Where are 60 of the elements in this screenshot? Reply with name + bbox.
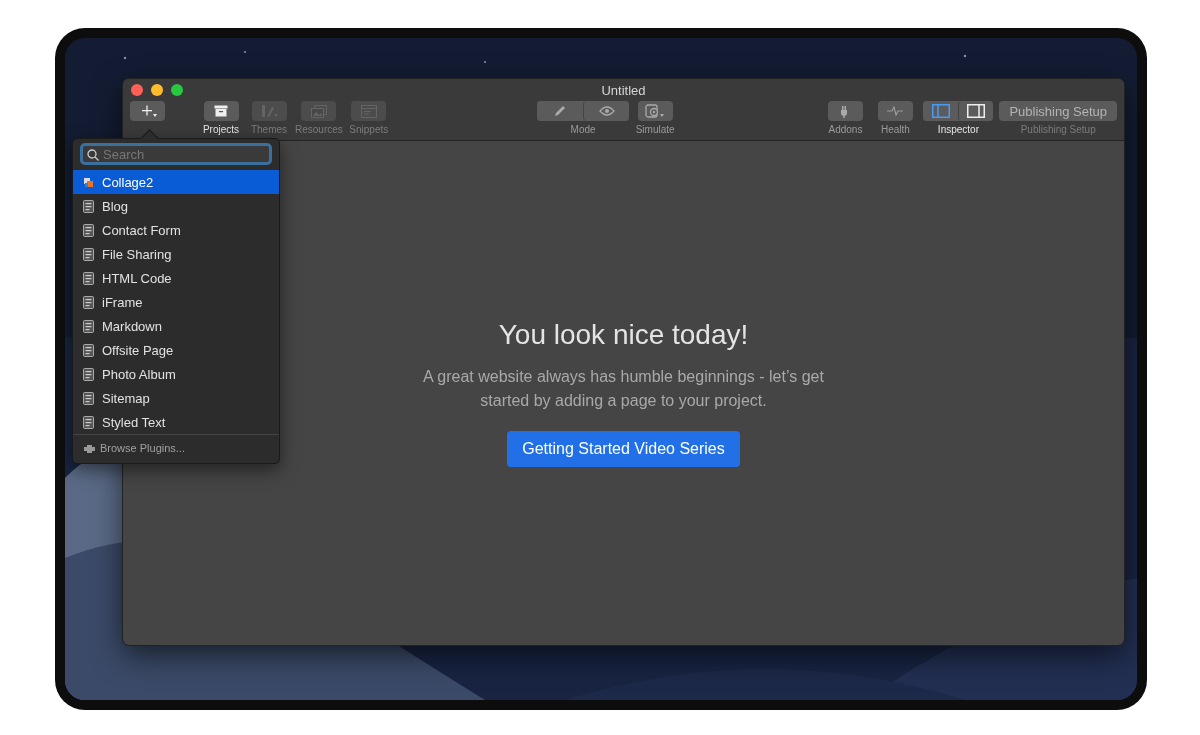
search-icon [87, 149, 99, 161]
health-button[interactable] [877, 101, 913, 121]
zoom-button[interactable] [171, 84, 183, 96]
toolbar-label: Projects [202, 124, 240, 135]
close-button[interactable] [131, 84, 143, 96]
menu-item[interactable]: Offsite Page [73, 338, 279, 362]
menu-item[interactable]: File Sharing [73, 242, 279, 266]
page-icon [83, 415, 94, 429]
page-icon [83, 199, 94, 213]
page-icon [83, 247, 94, 261]
page-icon [83, 343, 94, 357]
brush-icon [260, 104, 278, 118]
archive-box-icon [214, 105, 228, 117]
eye-icon [598, 105, 615, 117]
toolbar-label: Addons [828, 124, 863, 135]
window-panel-icon [360, 104, 377, 118]
page-icon [83, 223, 94, 237]
toolbar-label: Resources [295, 124, 343, 135]
search-field[interactable]: Search [80, 143, 272, 165]
menu-item[interactable]: HTML Code [73, 266, 279, 290]
menu-item[interactable]: Contact Form [73, 218, 279, 242]
browse-plugins-item[interactable]: Browse Plugins... [73, 435, 279, 461]
toolbar-label: Snippets [349, 124, 389, 135]
menu-item[interactable]: Photo Album [73, 362, 279, 386]
menu-item[interactable]: Blog [73, 194, 279, 218]
page-icon [83, 319, 94, 333]
add-button[interactable] [130, 101, 165, 121]
menu-item[interactable]: Markdown [73, 314, 279, 338]
addons-button[interactable] [827, 101, 863, 121]
empty-state-message: A great website always has humble beginnings - let’s get started by adding a page to your project. [422, 367, 825, 411]
toolbar-label: Mode [570, 124, 596, 135]
simulate-button[interactable] [637, 101, 673, 121]
page-icon [83, 271, 94, 285]
page-icon [83, 391, 94, 405]
menu-item[interactable]: iFrame [73, 290, 279, 314]
video-series-button[interactable]: Getting Started Video Series [507, 431, 740, 467]
empty-state-heading: You look nice today! [498, 319, 749, 351]
page-icon [83, 367, 94, 381]
menu-item[interactable]: Collage2 [73, 170, 279, 194]
toolbar-label: Health [881, 124, 910, 135]
collage-icon [83, 176, 94, 188]
menu-item[interactable]: Styled Text [73, 410, 279, 434]
photos-icon [310, 104, 327, 118]
toolbar-label: Inspector [937, 124, 979, 135]
pencil-icon [553, 104, 568, 118]
projects-button[interactable] [203, 101, 239, 121]
preview-icon [645, 104, 666, 118]
toolbar-label: Simulate [635, 124, 675, 135]
window-title: Untitled [601, 82, 646, 98]
menu-item[interactable]: Sitemap [73, 386, 279, 410]
right-sidebar-button[interactable] [958, 101, 994, 121]
preview-mode-button[interactable] [583, 101, 630, 121]
pulse-icon [887, 106, 904, 116]
page-icon [83, 295, 94, 309]
toolbar-label: Themes [250, 124, 288, 135]
puzzle-icon [83, 443, 96, 453]
toolbar-label: Publishing Setup [1020, 124, 1096, 135]
minimize-button[interactable] [151, 84, 163, 96]
sidebar-icon [967, 104, 986, 118]
sidebar-icon [931, 104, 950, 118]
